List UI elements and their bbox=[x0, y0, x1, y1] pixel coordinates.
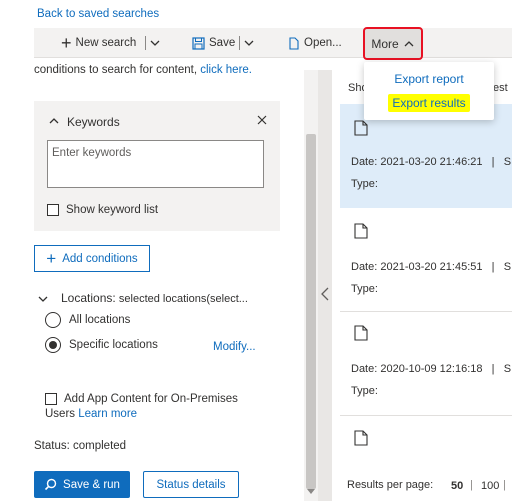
cut-off-instruction: conditions to search for content, click … bbox=[34, 64, 252, 77]
close-icon[interactable] bbox=[256, 114, 268, 129]
instruction-text: conditions to search for content, bbox=[34, 64, 201, 76]
app-content-checkbox[interactable]: Add App Content for On-Premises bbox=[45, 393, 238, 405]
search-icon bbox=[44, 478, 57, 491]
collapse-chevron-icon[interactable] bbox=[320, 286, 330, 302]
users-label: Users bbox=[45, 408, 76, 420]
result-item[interactable] bbox=[340, 416, 512, 476]
plus-icon: + bbox=[61, 33, 72, 53]
checkbox-box[interactable] bbox=[47, 204, 59, 216]
results-pane: Sho est Date: 2021-03-20 21:46:21 | S Ty… bbox=[340, 70, 512, 501]
result-date: Date: 2021-03-20 21:45:51 | S bbox=[351, 261, 512, 273]
export-report-label: Export report bbox=[394, 72, 464, 86]
locations-summary: Locations: selected locations(select... bbox=[61, 291, 248, 305]
chevron-down-icon bbox=[244, 40, 254, 46]
export-results-item[interactable]: Export results bbox=[364, 94, 494, 112]
chevron-down-icon[interactable] bbox=[37, 293, 49, 307]
document-icon bbox=[354, 430, 368, 446]
result-type: Type: bbox=[351, 385, 378, 397]
keywords-title: Keywords bbox=[67, 115, 120, 129]
status-details-button[interactable]: Status details bbox=[143, 471, 239, 498]
scrollbar-thumb[interactable] bbox=[306, 134, 316, 489]
open-button[interactable]: Open... bbox=[288, 28, 342, 58]
save-button[interactable]: Save bbox=[192, 28, 235, 58]
pane-splitter[interactable] bbox=[318, 70, 332, 501]
save-icon bbox=[192, 36, 205, 50]
checkbox-box[interactable] bbox=[45, 393, 57, 405]
left-panel-scrollbar[interactable] bbox=[304, 70, 318, 501]
results-pagination: Results per page: 50 | 100 | bbox=[340, 470, 512, 501]
export-report-item[interactable]: Export report bbox=[364, 72, 494, 86]
document-icon bbox=[354, 223, 368, 239]
show-keyword-list-label: Show keyword list bbox=[66, 204, 159, 216]
users-line: Users Learn more bbox=[45, 408, 137, 420]
document-icon bbox=[354, 325, 368, 341]
result-item[interactable]: Date: 2020-10-09 12:16:18 | S Type: bbox=[340, 312, 512, 416]
click-here-link[interactable]: click here. bbox=[200, 64, 252, 76]
per-page-100[interactable]: 100 bbox=[481, 480, 499, 492]
back-to-saved-searches-link[interactable]: Back to saved searches bbox=[37, 8, 159, 20]
save-label: Save bbox=[209, 37, 236, 49]
chevron-up-icon[interactable] bbox=[48, 115, 60, 129]
keywords-input[interactable]: Enter keywords bbox=[47, 140, 264, 188]
keywords-card: Keywords Enter keywords Show keyword lis… bbox=[34, 101, 280, 231]
more-dropdown-menu: Export report Export results bbox=[364, 62, 494, 120]
new-search-label: New search bbox=[75, 37, 137, 49]
results-header-right: est bbox=[493, 82, 508, 94]
radio-button[interactable] bbox=[45, 312, 61, 328]
divider bbox=[239, 36, 240, 50]
show-keyword-list-checkbox[interactable]: Show keyword list bbox=[47, 204, 158, 216]
app-content-label: Add App Content for On-Premises bbox=[64, 393, 238, 405]
learn-more-link[interactable]: Learn more bbox=[78, 408, 137, 420]
specific-locations-radio[interactable]: Specific locations bbox=[45, 337, 158, 353]
result-date: Date: 2020-10-09 12:16:18 | S bbox=[351, 363, 512, 375]
save-dropdown[interactable] bbox=[243, 28, 255, 58]
plus-icon: + bbox=[46, 249, 57, 268]
divider bbox=[145, 36, 146, 50]
open-label: Open... bbox=[304, 37, 342, 49]
results-per-page-label: Results per page: bbox=[347, 479, 434, 491]
result-type: Type: bbox=[351, 178, 378, 190]
radio-button-selected[interactable] bbox=[45, 337, 61, 353]
result-type: Type: bbox=[351, 283, 378, 295]
locations-value: selected locations(select... bbox=[118, 293, 248, 305]
locations-label: Locations: bbox=[61, 291, 116, 305]
command-bar: + New search Save Open... bbox=[34, 28, 512, 58]
status-text: Status: completed bbox=[34, 440, 127, 452]
new-search-button[interactable]: + New search bbox=[61, 28, 136, 58]
pipe-separator: | bbox=[470, 479, 473, 491]
new-search-dropdown[interactable] bbox=[149, 28, 161, 58]
chevron-down-icon bbox=[150, 40, 160, 46]
save-and-run-button[interactable]: Save & run bbox=[34, 471, 130, 498]
add-conditions-label: Add conditions bbox=[62, 252, 138, 265]
add-conditions-button[interactable]: + Add conditions bbox=[34, 245, 150, 272]
result-date: Date: 2021-03-20 21:46:21 | S bbox=[351, 156, 512, 168]
modify-link[interactable]: Modify... bbox=[213, 341, 256, 353]
scroll-down-arrow-icon[interactable] bbox=[307, 489, 315, 495]
specific-locations-label: Specific locations bbox=[69, 339, 158, 351]
pipe-separator: | bbox=[503, 479, 506, 491]
save-and-run-label: Save & run bbox=[63, 478, 120, 491]
per-page-50[interactable]: 50 bbox=[451, 480, 463, 492]
chevron-up-icon bbox=[404, 40, 414, 46]
more-label: More bbox=[371, 36, 399, 51]
all-locations-label: All locations bbox=[69, 314, 131, 326]
more-button[interactable]: More bbox=[363, 27, 423, 60]
result-item[interactable]: Date: 2021-03-20 21:45:51 | S Type: bbox=[340, 208, 512, 312]
export-results-label: Export results bbox=[388, 94, 470, 112]
all-locations-radio[interactable]: All locations bbox=[45, 312, 130, 328]
open-document-icon bbox=[289, 36, 299, 50]
document-icon bbox=[354, 120, 368, 136]
